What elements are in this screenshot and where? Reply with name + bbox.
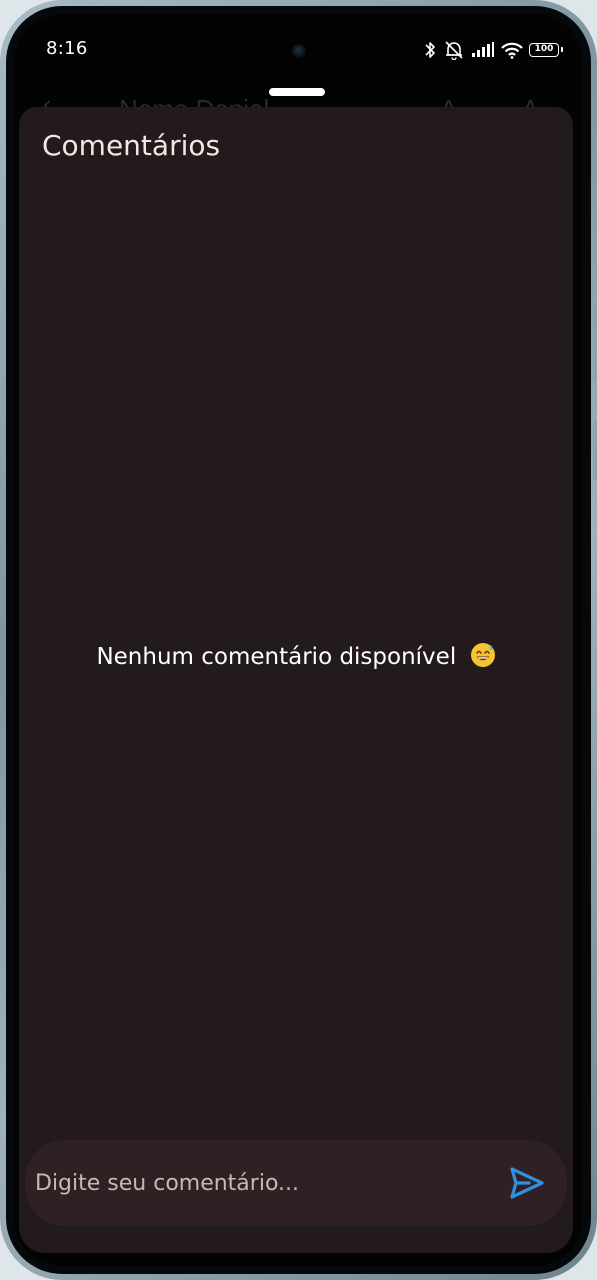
- alarm-off-icon: [445, 41, 463, 60]
- front-camera: [292, 44, 306, 58]
- send-icon: [510, 1167, 544, 1199]
- wifi-icon: [501, 42, 523, 59]
- battery-icon: 100: [529, 43, 563, 57]
- power-button: [593, 420, 597, 480]
- grinning-sweat-emoji-icon: [470, 643, 495, 667]
- battery-level: 100: [534, 44, 554, 54]
- sheet-drag-handle[interactable]: [269, 88, 325, 96]
- volume-button: [593, 300, 597, 380]
- phone-frame: 8:16 100 ‹ Comentários Nenhum comentário…: [0, 0, 597, 1280]
- status-bar: 8:16 100: [14, 14, 583, 86]
- sheet-title: Comentários: [42, 129, 221, 162]
- bluetooth-icon: [425, 42, 435, 58]
- comments-sheet: Comentários Nenhum comentário disponível: [19, 107, 573, 1253]
- empty-state-message: Nenhum comentário disponível: [96, 644, 457, 670]
- signal-icon: [472, 42, 494, 57]
- comment-input[interactable]: [35, 1160, 485, 1206]
- status-icons: 100: [423, 38, 563, 62]
- empty-state: Nenhum comentário disponível: [19, 642, 573, 670]
- status-time: 8:16: [46, 38, 88, 59]
- screen: 8:16 100 ‹ Comentários Nenhum comentário…: [14, 14, 583, 1266]
- comment-composer: [25, 1140, 567, 1226]
- send-button[interactable]: [509, 1166, 545, 1200]
